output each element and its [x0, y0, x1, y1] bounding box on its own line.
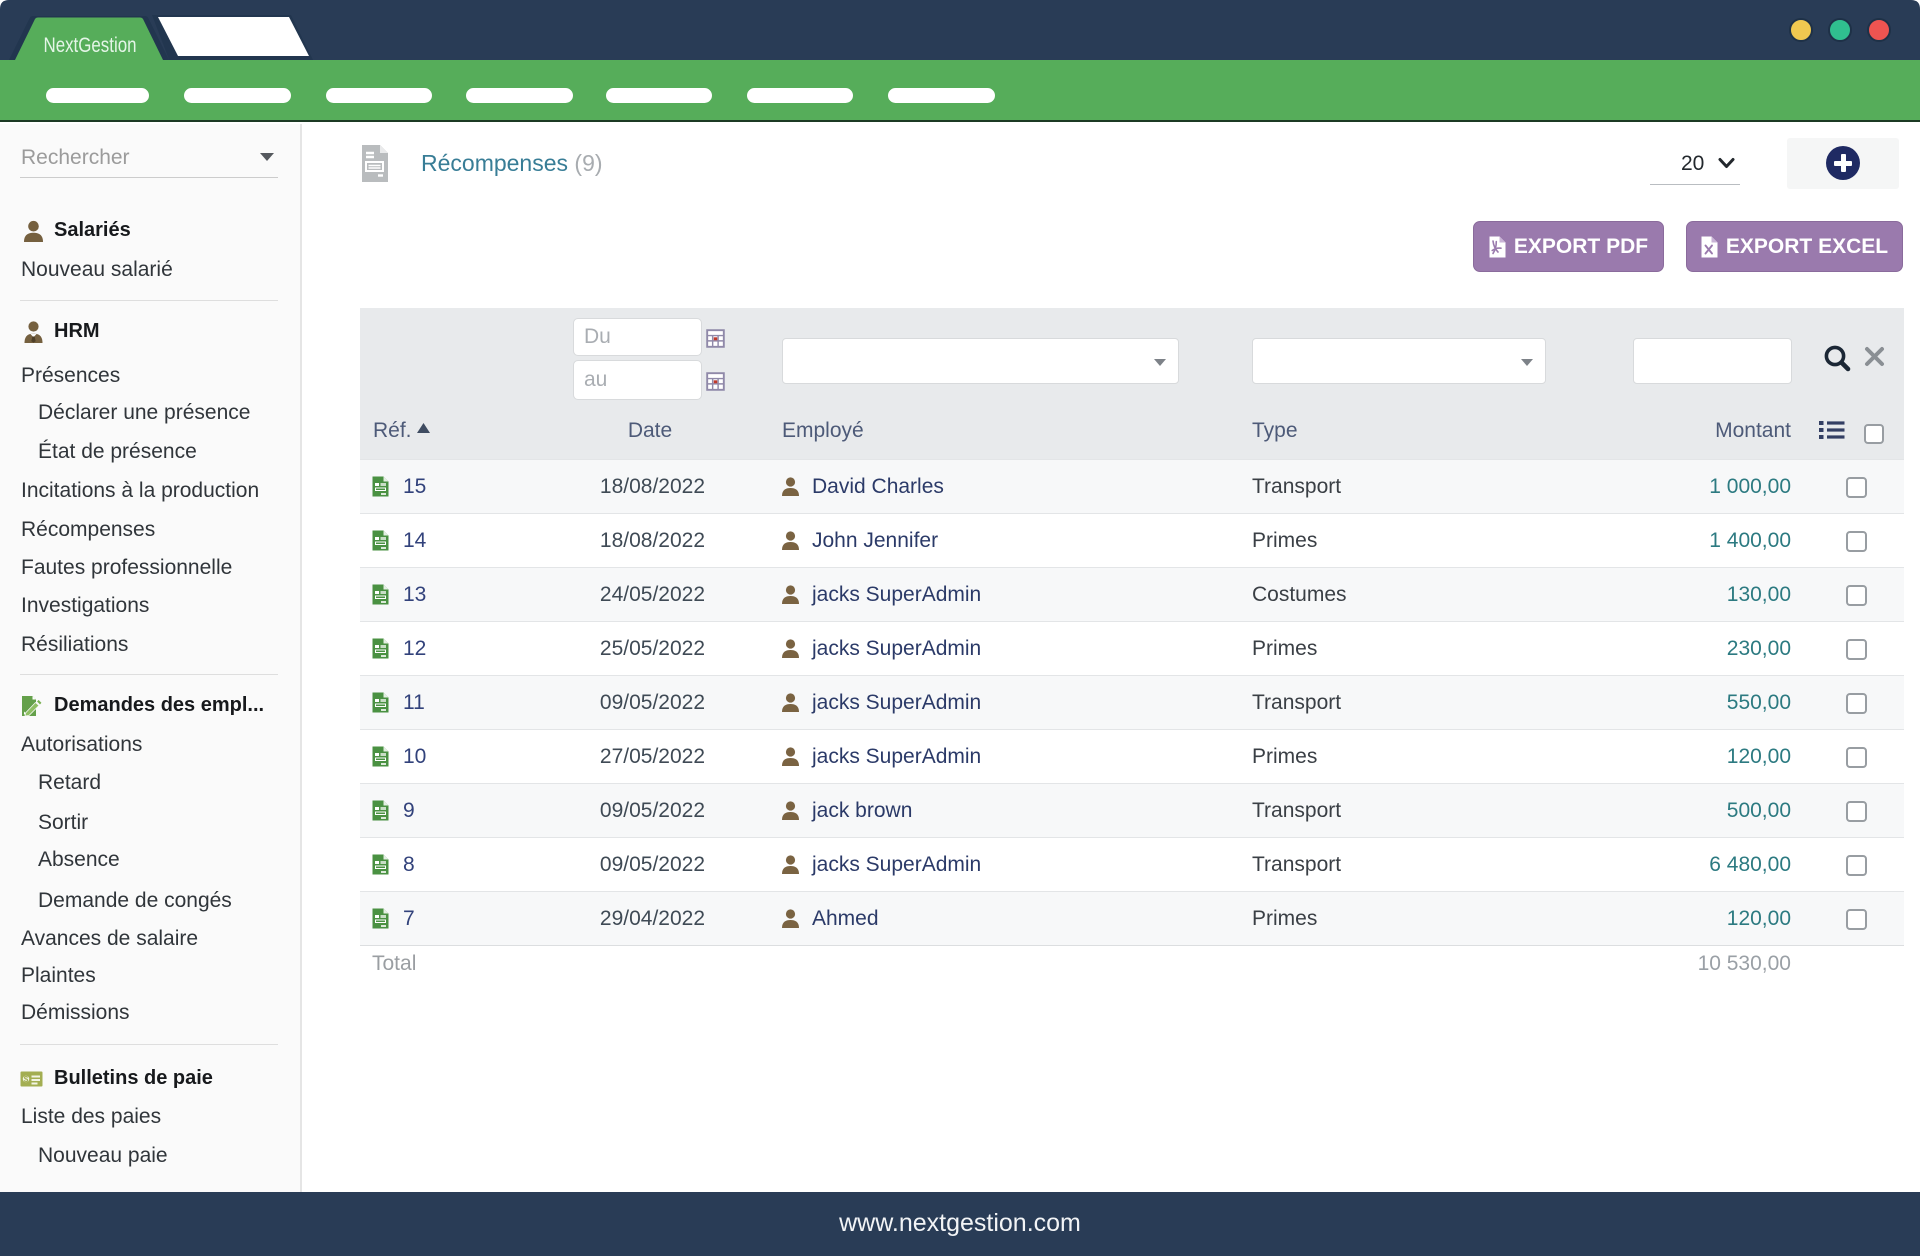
- svg-text:NextGestion: NextGestion: [44, 34, 137, 57]
- svg-text:$: $: [24, 1075, 29, 1084]
